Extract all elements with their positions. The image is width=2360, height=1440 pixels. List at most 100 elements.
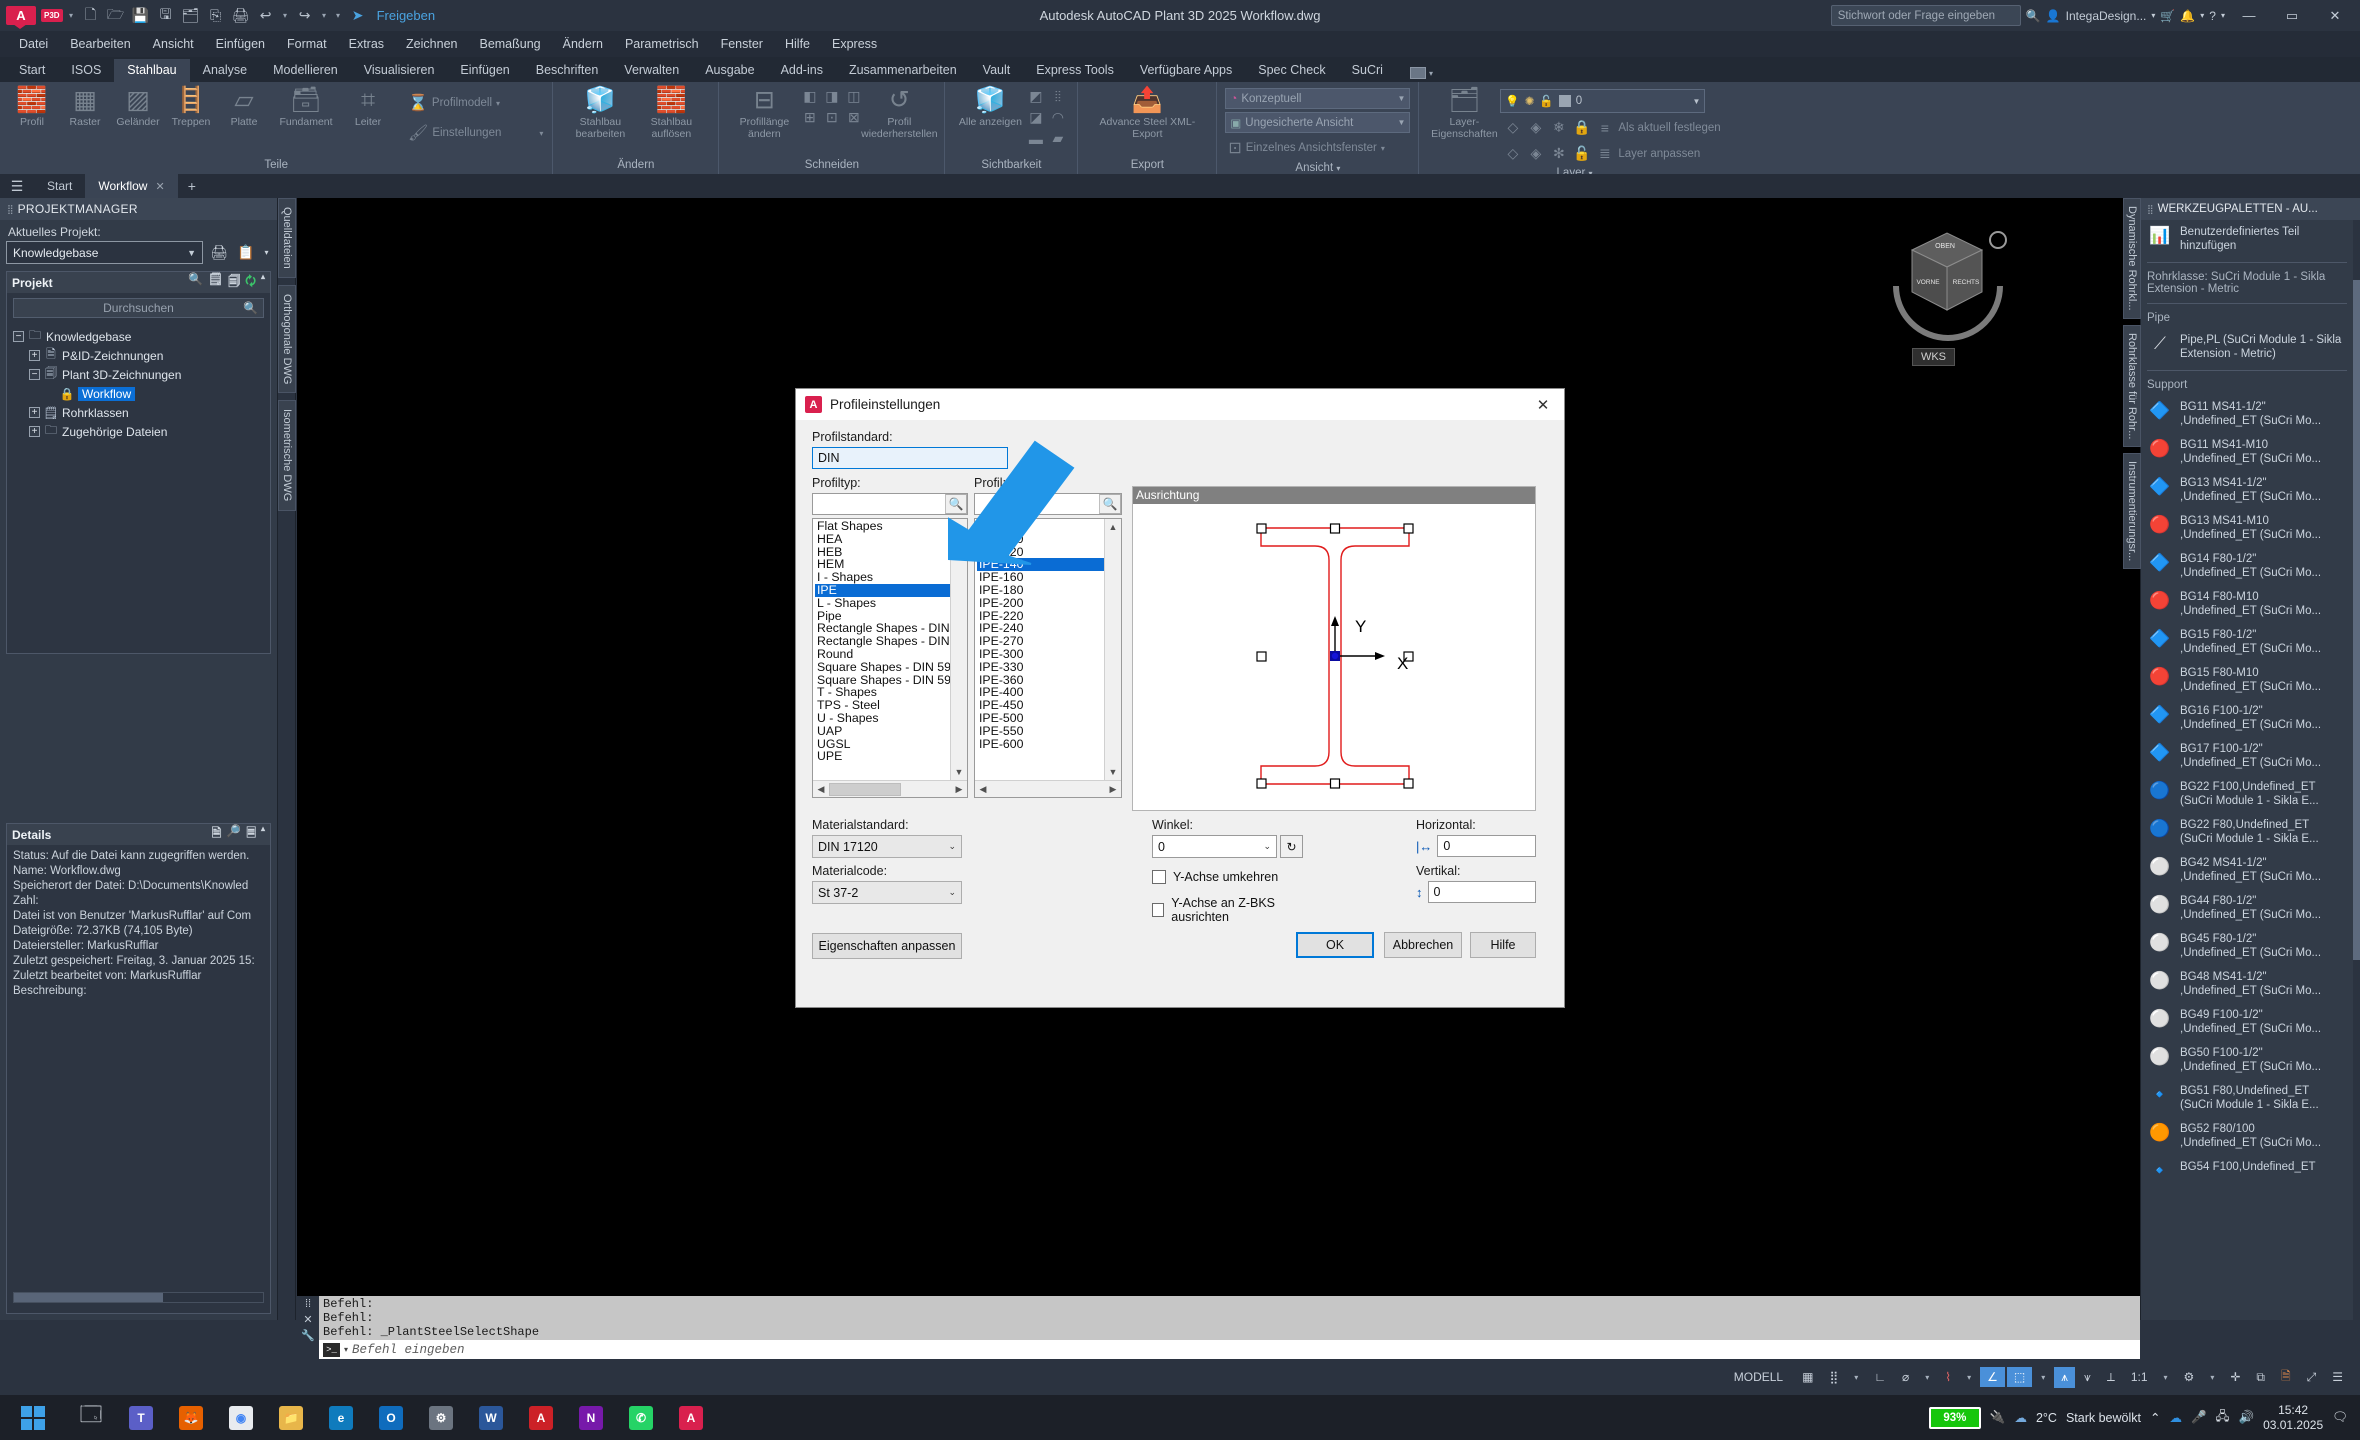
ribbon-tab-stahlbau[interactable]: Stahlbau: [114, 59, 190, 82]
chevron-down-icon[interactable]: ▾: [344, 1345, 348, 1354]
hscroll-thumb[interactable]: [829, 782, 901, 796]
tool-support-item[interactable]: 🔷 BG13 MS41-1/2" ,Undefined_ET (SuCri Mo..…: [2145, 471, 2349, 509]
tree-node[interactable]: 🔒 Workflow: [13, 384, 270, 403]
open-icon[interactable]: 🗁: [105, 5, 127, 27]
ribbon-tab-verwalten[interactable]: Verwalten: [611, 59, 692, 82]
ribbon-button-profilmodell[interactable]: ⌛ Profilmodell ▾: [405, 91, 546, 115]
profile-vscrollbar[interactable]: ▲ ▼: [1104, 519, 1121, 780]
tool-support-item[interactable]: 🔷 BG17 F100-1/2" ,Undefined_ET (SuCri Mo..…: [2145, 737, 2349, 775]
hide-object-icon[interactable]: ◩: [1026, 87, 1045, 106]
collapse-icon[interactable]: −: [29, 369, 40, 380]
menu-item-fenster[interactable]: Fenster: [710, 37, 774, 51]
otrack-icon[interactable]: ⌇: [1938, 1367, 1958, 1387]
ribbon-tab-start[interactable]: Start: [6, 59, 58, 82]
profile-hscrollbar[interactable]: ◀ ▶: [975, 780, 1121, 797]
account-icon[interactable]: 👤: [2046, 9, 2061, 23]
grip-icon[interactable]: ⣿: [2147, 204, 2154, 215]
ucs-icon[interactable]: ⬚: [2006, 1367, 2033, 1387]
palette-tab-dynamische-rohrkl-[interactable]: Dynamische Rohrkl...: [2123, 198, 2141, 319]
ribbon-tab-zusammenarbeiten[interactable]: Zusammenarbeiten: [836, 59, 970, 82]
tool-support-item[interactable]: 🟠 BG52 F80/100 ,Undefined_ET (SuCri Mo...: [2145, 1117, 2349, 1155]
cancel-button[interactable]: Abbrechen: [1384, 932, 1462, 958]
isolate-icon[interactable]: ⦙⦙: [1048, 87, 1067, 106]
taskbar-app-autocad[interactable]: A: [666, 1395, 716, 1440]
save-as-icon[interactable]: 🖫: [155, 5, 177, 27]
search-icon[interactable]: 🔍: [1099, 494, 1121, 514]
start-button[interactable]: [0, 1395, 66, 1440]
copy-project-icon[interactable]: 📋: [235, 242, 257, 264]
profile-type-option[interactable]: HEA: [815, 532, 950, 546]
vertical-input[interactable]: 0: [1427, 881, 1536, 903]
search-icon[interactable]: 🔍: [188, 272, 203, 293]
align-y-to-zucs-checkbox[interactable]: [1152, 903, 1165, 917]
3dosnap-icon[interactable]: ⩛: [2077, 1367, 2098, 1388]
redo-dropdown-icon[interactable]: ▾: [319, 11, 330, 20]
invert-y-checkbox[interactable]: [1152, 870, 1166, 884]
layer-lock-icon[interactable]: 🔒: [1572, 118, 1591, 137]
profile-type-option[interactable]: L - Shapes: [815, 596, 950, 610]
grip-icon[interactable]: ⣿: [7, 204, 14, 215]
scroll-down-icon[interactable]: ▼: [1105, 764, 1121, 780]
chevron-down-icon[interactable]: ▾: [262, 242, 271, 264]
visibility-toggle-icon[interactable]: ◠: [1048, 108, 1067, 127]
menu-item-parametrisch[interactable]: Parametrisch: [614, 37, 710, 51]
osnap-icon[interactable]: ⩚: [2054, 1366, 2076, 1388]
expand-icon[interactable]: +: [29, 350, 40, 361]
tool-support-item[interactable]: 🔷 BG15 F80-1/2" ,Undefined_ET (SuCri Mo...: [2145, 623, 2349, 661]
command-prompt-icon[interactable]: >_: [323, 1342, 340, 1357]
taskbar-app-edge[interactable]: e: [316, 1395, 366, 1440]
microphone-icon[interactable]: 🎤: [2191, 1410, 2207, 1425]
chevron-down-icon[interactable]: ▼: [187, 248, 196, 258]
chevron-down-icon[interactable]: ⌄: [948, 841, 956, 852]
annotation-icon[interactable]: ⧉: [2249, 1367, 2272, 1388]
ribbon-button-treppen[interactable]: 🪜 Treppen: [165, 85, 217, 129]
ucs-dropdown-icon[interactable]: ▾: [2034, 1370, 2052, 1385]
ribbon-button-fundament[interactable]: 🗃 Fundament: [271, 85, 341, 129]
undo-icon[interactable]: ↩: [255, 5, 277, 27]
command-input-row[interactable]: >_ ▾ Befehl eingeben: [319, 1340, 2140, 1359]
scroll-right-icon[interactable]: ▶: [1105, 784, 1121, 795]
profile-type-hscrollbar[interactable]: ◀ ▶: [813, 780, 967, 797]
profile-option[interactable]: IPE-80: [977, 520, 1104, 533]
tool-support-item[interactable]: 🔴 BG14 F80-M10 ,Undefined_ET (SuCri Mo...: [2145, 585, 2349, 623]
tree-node[interactable]: − 🗀 Knowledgebase: [13, 327, 270, 346]
ribbon-tab-isos[interactable]: ISOS: [58, 59, 114, 82]
pick-angle-button[interactable]: ↻: [1280, 835, 1303, 858]
scroll-left-icon[interactable]: ◀: [813, 784, 829, 795]
profile-type-option[interactable]: UPE: [815, 750, 950, 763]
profile-type-vscrollbar[interactable]: ▲ ▼: [950, 519, 967, 780]
shorten-icon[interactable]: ⊞: [800, 108, 819, 127]
layer-current-icon[interactable]: ≡: [1595, 118, 1614, 137]
ribbon-tab-modellieren[interactable]: Modellieren: [260, 59, 351, 82]
angle-icon[interactable]: ∠: [1980, 1367, 2005, 1387]
profile-search[interactable]: 🔍: [974, 493, 1122, 515]
match-layer-button[interactable]: ◇ ◈ ✻ 🔓 ≣ Layer anpassen: [1500, 142, 1723, 165]
ribbon-tab-vault[interactable]: Vault: [970, 59, 1024, 82]
customize-menu-icon[interactable]: ☰: [2325, 1367, 2350, 1387]
ribbon-tab-spec-check[interactable]: Spec Check: [1245, 59, 1338, 82]
ribbon-tab-einf-gen[interactable]: Einfügen: [447, 59, 522, 82]
chevron-down-icon[interactable]: ▼: [1397, 94, 1405, 103]
ribbon-button-leiter[interactable]: ⌗ Leiter: [342, 85, 394, 129]
tool-support-item[interactable]: 🔷 BG11 MS41-1/2" ,Undefined_ET (SuCri Mo..…: [2145, 395, 2349, 433]
profile-option[interactable]: IPE-550: [977, 724, 1104, 738]
scroll-up-icon[interactable]: ▲: [1105, 519, 1121, 535]
snap-icon[interactable]: ⣿: [1822, 1367, 1845, 1387]
scroll-right-icon[interactable]: ▶: [951, 784, 967, 795]
ribbon-button-raster[interactable]: ▦ Raster: [59, 85, 111, 129]
collapse-icon[interactable]: ▴: [261, 272, 265, 293]
expand-icon[interactable]: +: [29, 407, 40, 418]
lengthen-icon[interactable]: ⊡: [822, 108, 841, 127]
taskbar-app-onenote[interactable]: N: [566, 1395, 616, 1440]
snap-dropdown-icon[interactable]: ▾: [1847, 1370, 1865, 1385]
share-icon[interactable]: ➤: [347, 5, 369, 27]
layout-icon[interactable]: 🗎: [2274, 1364, 2298, 1391]
taskbar-app-settings[interactable]: ⚙: [416, 1395, 466, 1440]
profile-option[interactable]: IPE-500: [977, 712, 1104, 725]
panel-expand-icon[interactable]: ▾: [1336, 164, 1340, 173]
fullscreen-icon[interactable]: ⤢: [2300, 1367, 2324, 1388]
undo-dropdown-icon[interactable]: ▾: [280, 11, 291, 20]
profile-type-option[interactable]: Round: [815, 648, 950, 661]
cut-end-icon[interactable]: ◨: [822, 87, 841, 106]
minimize-button[interactable]: —: [2230, 0, 2268, 31]
